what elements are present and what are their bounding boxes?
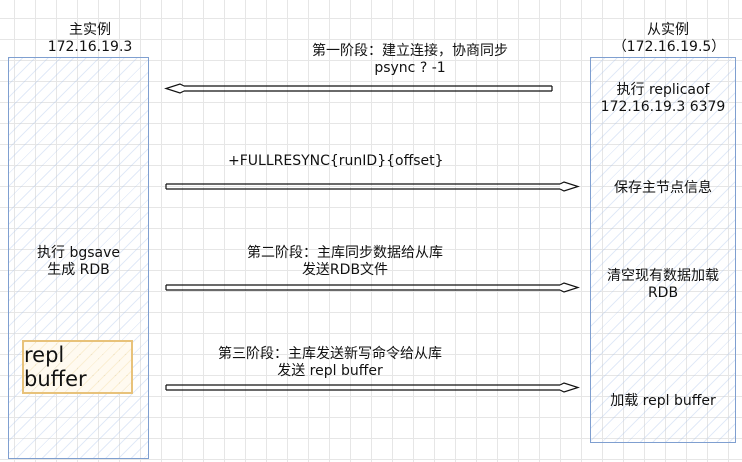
rdb-transfer-arrow [165,282,580,293]
psync-arrow [164,83,553,94]
arrows-layer [164,83,580,393]
fullresync-arrow [165,181,580,192]
repl-buffer-arrow [165,382,580,393]
